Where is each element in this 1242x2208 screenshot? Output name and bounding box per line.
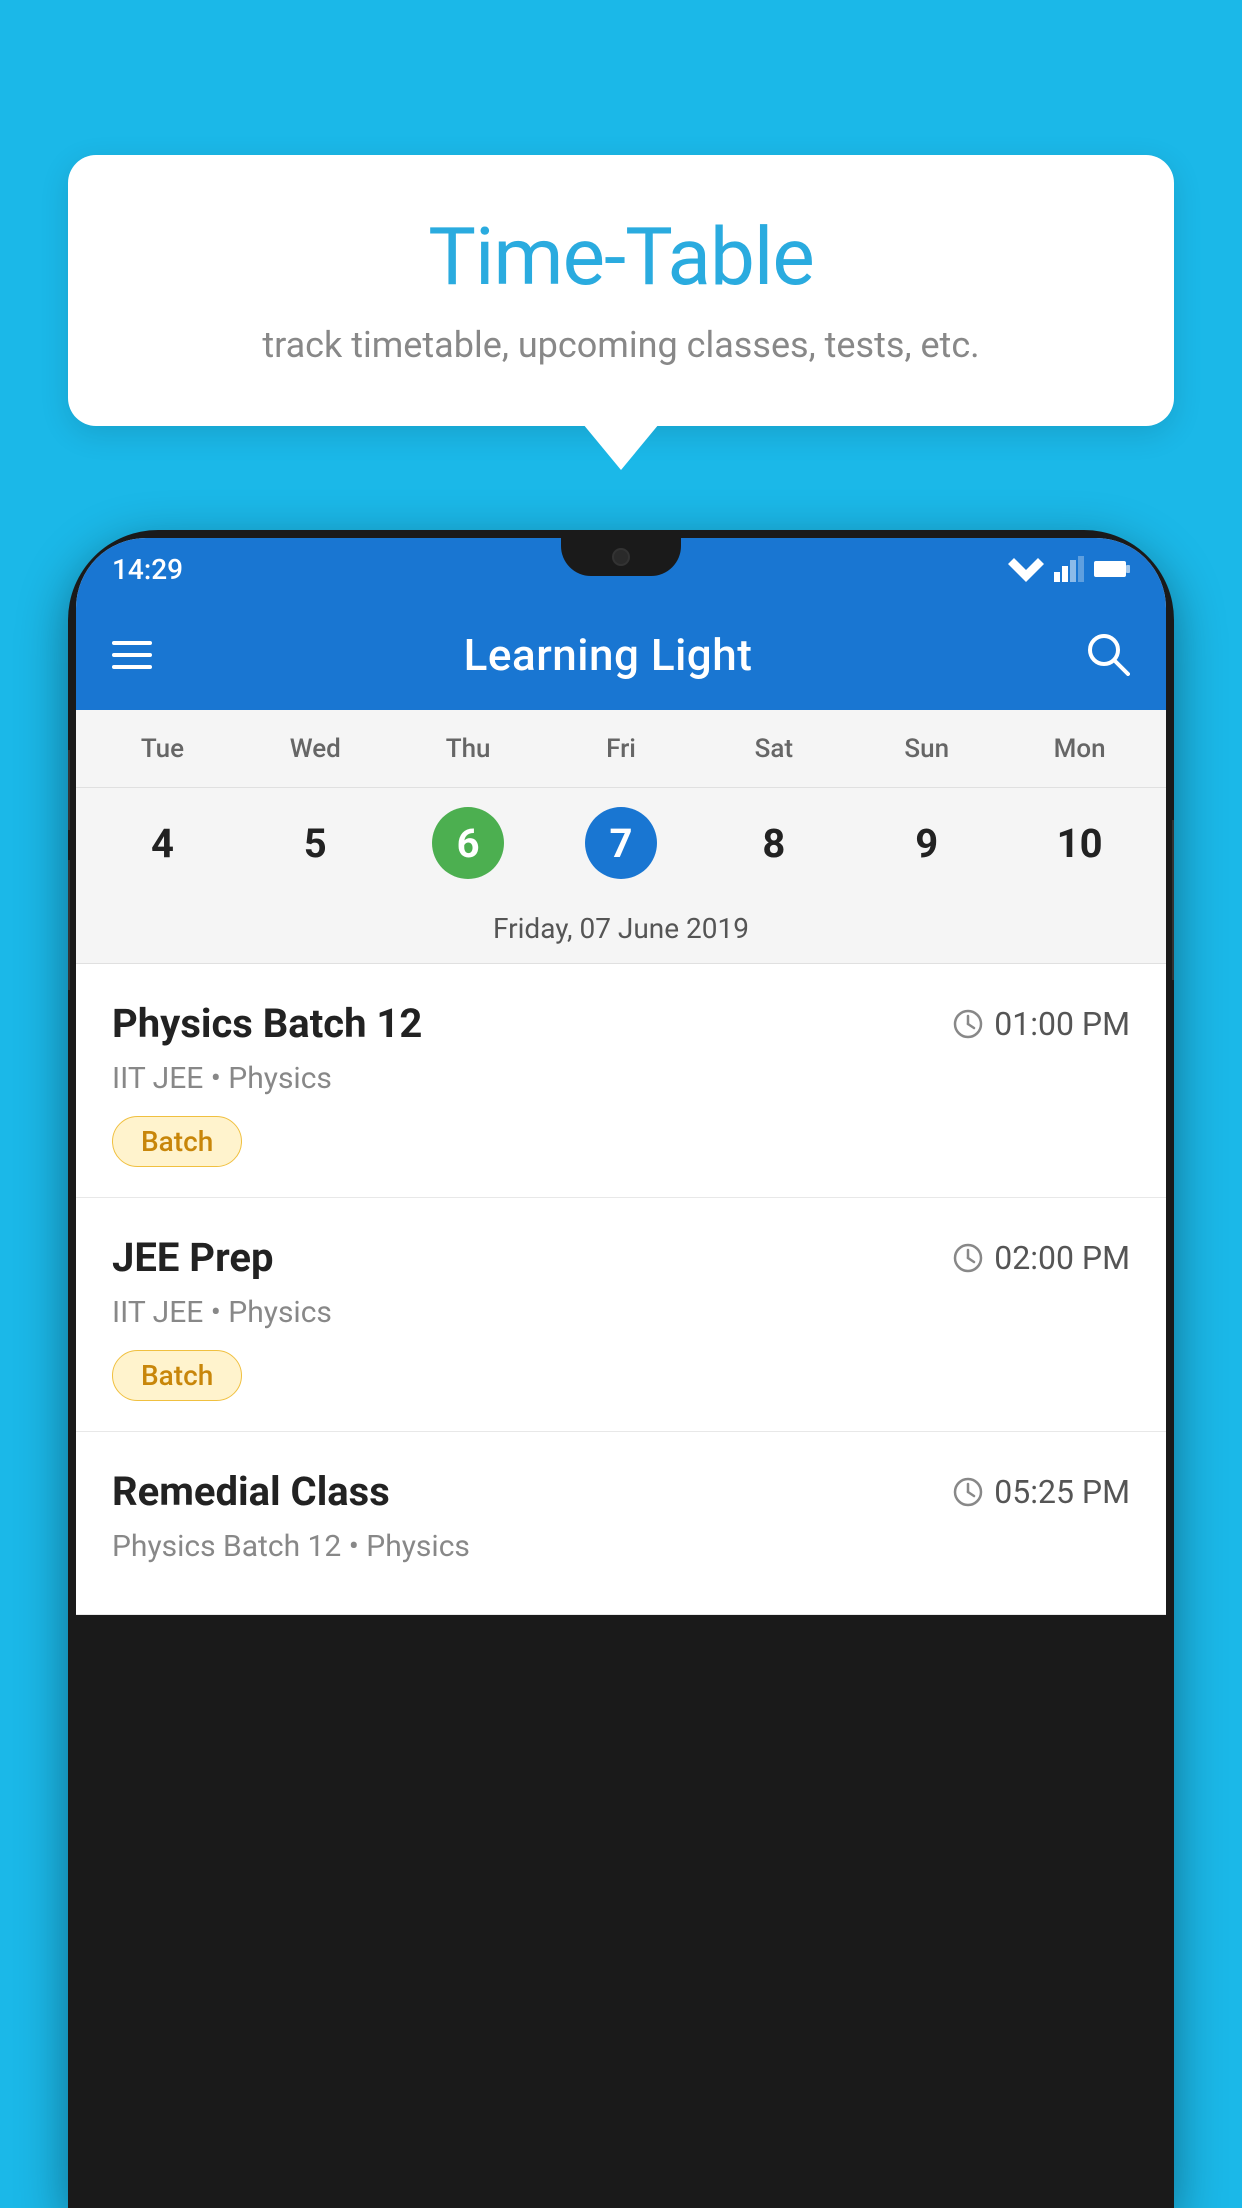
day-label-thu: Thu [446, 734, 491, 764]
power-button [1172, 820, 1174, 980]
schedule-item-3[interactable]: Remedial Class 05:25 PM Physics Batch 12… [76, 1432, 1166, 1615]
schedule-item-2-subtitle: IIT JEE • Physics [112, 1295, 1130, 1330]
signal-icon [1054, 556, 1084, 582]
schedule-item-1-header: Physics Batch 12 01:00 PM [112, 1000, 1130, 1047]
app-bar: Learning Light [76, 600, 1166, 710]
schedule-item-3-time: 05:25 PM [952, 1473, 1130, 1511]
date-col-9[interactable]: 9 [850, 807, 1003, 879]
schedule-item-2-time: 02:00 PM [952, 1239, 1130, 1277]
tooltip-title: Time-Table [128, 210, 1114, 304]
content-area: Physics Batch 12 01:00 PM IIT JEE • Phys… [76, 964, 1166, 1615]
phone-frame: 14:29 [68, 530, 1174, 2208]
tooltip-card: Time-Table track timetable, upcoming cla… [68, 155, 1174, 426]
tooltip-subtitle: track timetable, upcoming classes, tests… [128, 324, 1114, 366]
app-title: Learning Light [182, 629, 1034, 681]
day-col-sun[interactable]: Sun [850, 734, 1003, 764]
batch-badge-1: Batch [112, 1116, 242, 1167]
schedule-item-2-header: JEE Prep 02:00 PM [112, 1234, 1130, 1281]
status-time: 14:29 [112, 553, 183, 586]
phone-screen: 14:29 [76, 538, 1166, 1615]
hamburger-line [112, 641, 152, 645]
schedule-item-2[interactable]: JEE Prep 02:00 PM IIT JEE • Physics Batc… [76, 1198, 1166, 1432]
clock-icon-1 [952, 1008, 984, 1040]
schedule-item-1[interactable]: Physics Batch 12 01:00 PM IIT JEE • Phys… [76, 964, 1166, 1198]
hamburger-line [112, 665, 152, 669]
schedule-item-3-title: Remedial Class [112, 1468, 390, 1515]
search-button[interactable] [1084, 630, 1130, 680]
hamburger-line [112, 653, 152, 657]
schedule-item-3-header: Remedial Class 05:25 PM [112, 1468, 1130, 1515]
schedule-item-1-title: Physics Batch 12 [112, 1000, 422, 1047]
day-label-wed: Wed [290, 734, 341, 764]
volume-up-button [68, 750, 70, 830]
date-6-today[interactable]: 6 [432, 807, 504, 879]
date-4[interactable]: 4 [126, 807, 198, 879]
date-8[interactable]: 8 [738, 807, 810, 879]
date-col-6[interactable]: 6 [392, 807, 545, 879]
day-col-wed[interactable]: Wed [239, 734, 392, 764]
clock-icon-3 [952, 1476, 984, 1508]
menu-button[interactable] [112, 641, 152, 669]
day-col-fri[interactable]: Fri [545, 734, 698, 764]
camera-dot [612, 548, 630, 566]
day-col-sat[interactable]: Sat [697, 734, 850, 764]
date-col-8[interactable]: 8 [697, 807, 850, 879]
day-label-tue: Tue [141, 734, 184, 764]
date-col-5[interactable]: 5 [239, 807, 392, 879]
status-icons [1008, 556, 1130, 582]
wifi-icon [1008, 556, 1044, 582]
day-label-mon: Mon [1054, 734, 1106, 764]
volume-down-button [68, 860, 70, 990]
date-col-4[interactable]: 4 [86, 807, 239, 879]
status-bar: 14:29 [76, 538, 1166, 600]
schedule-item-2-title: JEE Prep [112, 1234, 273, 1281]
day-col-thu[interactable]: Thu [392, 734, 545, 764]
date-9[interactable]: 9 [891, 807, 963, 879]
search-icon [1084, 630, 1130, 676]
calendar-header: Tue Wed Thu Fri Sat Sun Mon [76, 710, 1166, 788]
date-col-7[interactable]: 7 [545, 807, 698, 879]
day-label-fri: Fri [606, 734, 636, 764]
calendar-dates: 4 5 6 7 8 9 10 [76, 788, 1166, 898]
day-label-sun: Sun [904, 734, 949, 764]
schedule-item-1-time: 01:00 PM [952, 1005, 1130, 1043]
day-col-tue[interactable]: Tue [86, 734, 239, 764]
day-col-mon[interactable]: Mon [1003, 734, 1156, 764]
date-10[interactable]: 10 [1044, 807, 1116, 879]
day-label-sat: Sat [755, 734, 793, 764]
schedule-item-1-subtitle: IIT JEE • Physics [112, 1061, 1130, 1096]
clock-icon-2 [952, 1242, 984, 1274]
batch-badge-2: Batch [112, 1350, 242, 1401]
date-7-selected[interactable]: 7 [585, 807, 657, 879]
schedule-item-3-subtitle: Physics Batch 12 • Physics [112, 1529, 1130, 1564]
battery-icon [1094, 559, 1130, 579]
phone-notch [561, 538, 681, 576]
selected-date-label: Friday, 07 June 2019 [76, 898, 1166, 964]
phone-inner: 14:29 [76, 538, 1166, 1615]
date-5[interactable]: 5 [279, 807, 351, 879]
date-col-10[interactable]: 10 [1003, 807, 1156, 879]
